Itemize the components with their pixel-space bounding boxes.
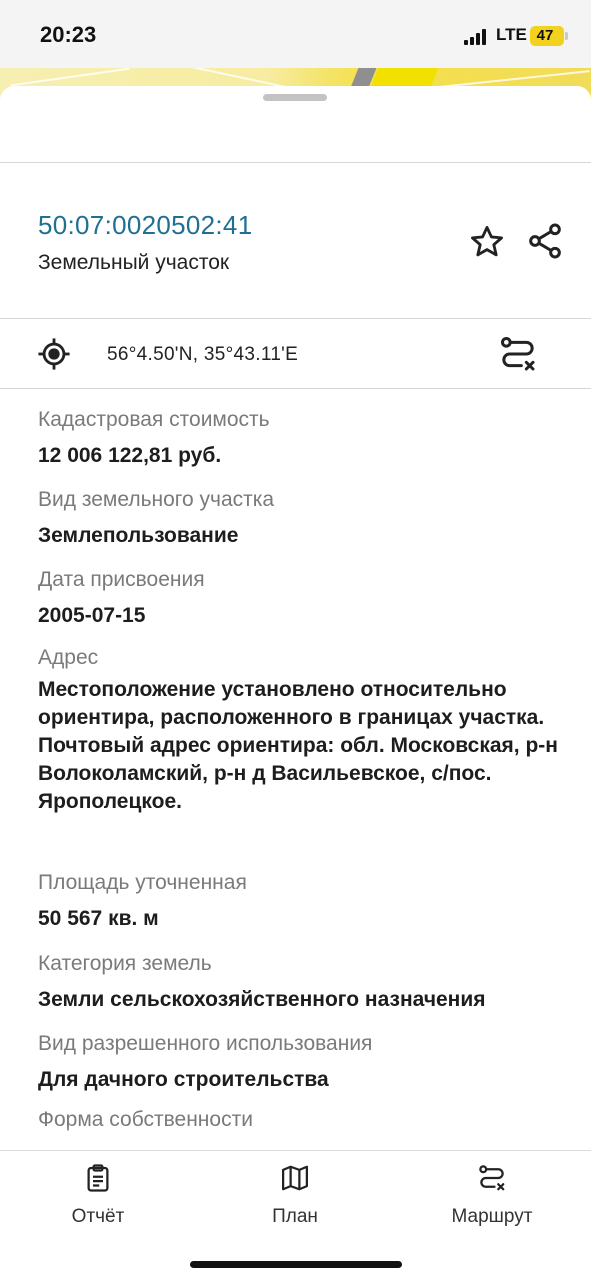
share-icon — [529, 223, 561, 259]
field-value: Землепользование — [38, 524, 239, 547]
divider — [0, 162, 591, 163]
status-bar: 20:23 LTE 47 — [0, 0, 591, 70]
field-value: Земли сельскохозяйственного назначения — [38, 988, 486, 1011]
divider — [0, 388, 591, 389]
cadastral-number[interactable]: 50:07:0020502:41 — [38, 210, 252, 241]
field-label: Адрес — [38, 646, 99, 669]
field-value: 50 567 кв. м — [38, 907, 159, 930]
tab-label: План — [272, 1206, 318, 1227]
share-button[interactable] — [521, 217, 569, 265]
favorite-button[interactable] — [463, 218, 511, 266]
field-area: Площадь уточненная 50 567 кв. м — [38, 871, 558, 933]
field-label: Категория земель — [38, 952, 212, 975]
field-value: Местоположение установлено относительно … — [38, 678, 558, 813]
field-label: Площадь уточненная — [38, 871, 247, 894]
star-icon — [471, 226, 503, 257]
status-time: 20:23 — [40, 22, 97, 47]
divider — [0, 318, 591, 319]
field-label: Кадастровая стоимость — [38, 408, 270, 431]
field-land-category: Категория земель Земли сельскохозяйствен… — [38, 952, 558, 1014]
tab-label: Маршрут — [451, 1206, 533, 1227]
field-assign-date: Дата присвоения 2005-07-15 — [38, 568, 558, 630]
field-label: Вид земельного участка — [38, 488, 275, 511]
object-type: Земельный участок — [38, 251, 230, 274]
battery-level: 47 — [536, 27, 554, 44]
coordinates[interactable]: 56°4.50'N, 35°43.11'E — [107, 344, 298, 366]
tab-route[interactable]: Маршрут — [422, 1163, 562, 1233]
field-value: 12 006 122,81 руб. — [38, 444, 222, 467]
battery-icon: 47 — [530, 26, 568, 46]
tab-plan[interactable]: План — [225, 1163, 365, 1233]
tab-label: Отчёт — [71, 1206, 125, 1227]
route-icon — [479, 1165, 505, 1191]
crosshair-icon — [38, 338, 70, 370]
map-icon — [282, 1165, 308, 1191]
route-icon — [501, 337, 535, 371]
location-button[interactable] — [30, 330, 78, 378]
signal-icon — [464, 29, 490, 45]
sheet-grabber[interactable] — [263, 94, 327, 101]
field-label: Вид разрешенного использования — [38, 1032, 373, 1055]
field-value: Для дачного строительства — [38, 1068, 329, 1091]
route-button[interactable] — [494, 330, 542, 378]
field-cadastral-value: Кадастровая стоимость 12 006 122,81 руб. — [38, 408, 558, 470]
report-icon — [87, 1164, 109, 1192]
field-permitted-use: Вид разрешенного использования Для дачно… — [38, 1032, 558, 1094]
bottom-tab-bar: Отчёт План Маршрут — [0, 1150, 591, 1281]
field-address: Адрес Местоположение установлено относит… — [38, 646, 558, 816]
field-value: 2005-07-15 — [38, 604, 146, 627]
scroll-fade — [0, 1126, 591, 1150]
network-type: LTE — [496, 25, 527, 44]
parcel-sheet: 50:07:0020502:41 Земельный участок 56°4.… — [0, 86, 591, 1280]
home-indicator[interactable] — [190, 1261, 402, 1268]
field-land-type: Вид земельного участка Землепользование — [38, 488, 558, 550]
tab-report[interactable]: Отчёт — [28, 1163, 168, 1233]
field-label: Дата присвоения — [38, 568, 205, 591]
